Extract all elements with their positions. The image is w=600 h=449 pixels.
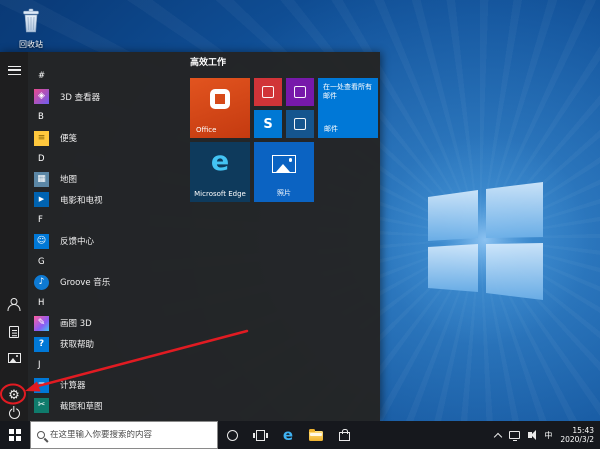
office-logo-icon [210,89,230,109]
tile-small-2[interactable] [286,78,314,106]
document-icon [9,326,19,338]
tile-photos[interactable]: 照片 [254,142,314,202]
app-list-item-groove-music[interactable]: ♪ Groove 音乐 [30,272,182,293]
gear-icon: ⚙ [8,387,20,403]
ime-indicator[interactable]: 中 [544,430,552,441]
user-account-button[interactable] [4,294,24,314]
feedback-hub-icon: ☺ [34,233,49,249]
app-list-header-f[interactable]: F [30,210,182,231]
app-list-item-paint-3d[interactable]: ✎ 画图 3D [30,313,182,334]
app-list-item-sticky-notes[interactable]: ≡ 便笺 [30,128,182,149]
app-list: # ◈ 3D 查看器 B ≡ 便笺 D ▦ 地图 ▶ 电影和电视 F ☺ 反馈中心 G ♪… [30,66,182,416]
app-list-header-hash[interactable]: # [30,66,182,87]
taskbar: e 中 15:43 2020/3/2 [0,421,600,449]
taskbar-search-box[interactable] [30,421,218,449]
file-explorer-button[interactable] [302,421,330,449]
expand-menu-button[interactable] [4,60,24,80]
app-list-item-feedback-hub[interactable]: ☺ 反馈中心 [30,231,182,252]
microsoft-store-button[interactable] [330,421,358,449]
tile-microsoft-edge[interactable]: e Microsoft Edge [190,142,250,202]
cortana-button[interactable] [218,421,246,449]
paint-3d-icon: ✎ [34,315,49,331]
edge-icon: e [210,146,230,177]
snip-sketch-icon: ✂ [34,398,49,414]
task-view-icon [252,429,268,441]
volume-icon[interactable] [528,429,537,440]
folder-icon [309,428,323,441]
edge-taskbar-button[interactable]: e [274,421,302,449]
search-icon [37,431,45,439]
app-list-item-calculator[interactable]: = 计算器 [30,375,182,396]
cortana-icon [226,429,238,441]
tile-small-1[interactable] [254,78,282,106]
app-list-header-d[interactable]: D [30,148,182,169]
user-icon [8,298,21,311]
picture-icon [7,353,21,363]
network-icon[interactable] [509,431,521,442]
tile-small-2-icon [294,86,306,98]
tile-small-4[interactable] [286,110,314,138]
system-tray: 中 15:43 2020/3/2 [494,421,600,449]
search-input[interactable] [50,430,211,440]
start-button[interactable] [0,421,30,449]
tile-office[interactable]: Office [190,78,250,138]
recycle-bin-icon [23,8,39,33]
edge-icon: e [282,425,294,444]
power-button[interactable] [4,405,24,421]
app-list-header-h[interactable]: H [30,293,182,314]
app-list-item-maps[interactable]: ▦ 地图 [30,169,182,190]
taskbar-clock[interactable]: 15:43 2020/3/2 [560,426,594,445]
photos-icon [272,155,296,173]
start-menu: ⚙ # ◈ 3D 查看器 B ≡ 便笺 D ▦ 地图 ▶ 电影和电视 F ☺ 反馈中心 G… [0,52,380,421]
settings-button[interactable]: ⚙ [4,386,24,404]
documents-button[interactable] [4,322,24,342]
app-list-header-g[interactable]: G [30,251,182,272]
tile-small-1-icon [262,86,274,98]
windows-logo-icon [8,428,22,442]
tile-skype[interactable]: S [254,110,282,138]
start-menu-rail: ⚙ [0,52,28,421]
recycle-bin-label: 回收站 [19,40,43,49]
calculator-icon: = [34,377,49,393]
app-list-header-b[interactable]: B [30,107,182,128]
tile-group-title[interactable]: 高效工作 [190,55,226,68]
clock-date: 2020/3/2 [560,435,594,444]
tile-small-4-icon [294,118,306,130]
tile-mail[interactable]: 在一处查看所有邮件 邮件 [318,78,378,138]
power-icon [8,407,20,419]
pictures-button[interactable] [4,348,24,368]
get-help-icon: ? [34,336,49,352]
groove-music-icon: ♪ [34,274,49,290]
clock-time: 15:43 [572,425,594,435]
mail-live-tile-text: 在一处查看所有邮件 [323,83,372,101]
store-bag-icon [338,429,350,441]
3d-viewer-icon: ◈ [34,89,49,105]
app-list-item-3d-viewer[interactable]: ◈ 3D 查看器 [30,87,182,108]
tray-chevron-up-icon[interactable] [494,432,503,441]
hamburger-icon [7,65,21,75]
sticky-notes-icon: ≡ [34,130,49,146]
recycle-bin[interactable]: 回收站 [8,8,54,50]
app-list-header-j[interactable]: J [30,354,182,375]
app-list-item-get-help[interactable]: ? 获取帮助 [30,334,182,355]
app-list-item-snip-sketch[interactable]: ✂ 截图和草图 [30,396,182,417]
app-list-item-movies-tv[interactable]: ▶ 电影和电视 [30,190,182,211]
skype-icon: S [263,116,273,132]
maps-icon: ▦ [34,171,49,187]
task-view-button[interactable] [246,421,274,449]
movies-tv-icon: ▶ [34,192,49,208]
